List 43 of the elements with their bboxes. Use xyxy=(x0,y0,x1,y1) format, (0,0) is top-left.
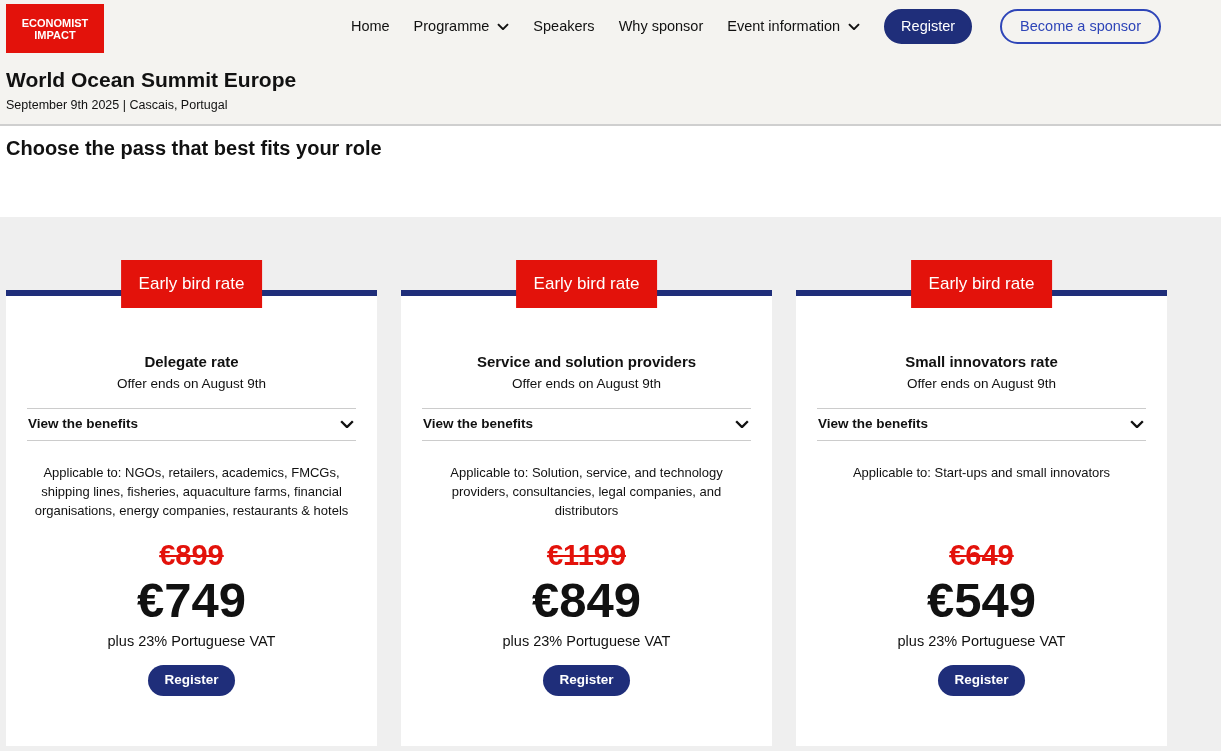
nav-link[interactable]: Home xyxy=(350,15,390,38)
nav-link[interactable]: Speakers xyxy=(533,15,595,38)
chevron-down-icon xyxy=(497,22,510,31)
event-title: World Ocean Summit Europe xyxy=(6,67,298,93)
chevron-down-icon xyxy=(340,420,354,429)
vat-note: plus 23% Portuguese VAT xyxy=(896,631,1067,651)
benefits-toggle[interactable]: View the benefits xyxy=(422,407,751,441)
offer-text: Offer ends on August 9th xyxy=(905,374,1058,393)
offer-text: Offer ends on August 9th xyxy=(510,374,663,393)
rate-badge: Early bird rate xyxy=(910,260,1053,308)
price: €549 xyxy=(926,572,1037,627)
benefits-toggle[interactable]: View the benefits xyxy=(27,407,356,441)
benefits-toggle[interactable]: View the benefits xyxy=(817,407,1146,441)
price: €749 xyxy=(136,572,247,627)
register-button[interactable]: Register xyxy=(543,664,630,696)
applicable-text: Applicable to: NGOs, retailers, academics, FMCGs, shipping lines, fisheries, aquaculture farms, financial organisations, energy companies, restaurants & hotels xyxy=(33,463,350,520)
register-button[interactable]: Register xyxy=(884,9,973,44)
rate-badge: Early bird rate xyxy=(515,260,658,308)
old-price: €1199 xyxy=(545,537,627,573)
chevron-down-icon xyxy=(848,22,861,31)
chevron-down-icon xyxy=(1130,420,1144,429)
section-heading: Choose the pass that best fits your role xyxy=(6,136,383,160)
offer-text: Offer ends on August 9th xyxy=(115,374,268,393)
vat-note: plus 23% Portuguese VAT xyxy=(106,631,277,651)
chevron-down-icon xyxy=(735,420,749,429)
pass-title: Delegate rate xyxy=(143,352,240,372)
vat-note: plus 23% Portuguese VAT xyxy=(501,631,672,651)
pass-title: Service and solution providers xyxy=(475,352,698,372)
nav-link[interactable]: Programme xyxy=(413,15,510,38)
rate-badge: Early bird rate xyxy=(120,260,263,308)
applicable-text: Applicable to: Solution, service, and technology providers, consultancies, legal companies, and distributors xyxy=(449,463,724,520)
nav-link[interactable]: Why sponsor xyxy=(618,15,704,38)
logo[interactable]: ECONOMIST IMPACT xyxy=(6,4,104,53)
nav-link[interactable]: Event information xyxy=(727,15,861,38)
pass-title: Small innovators rate xyxy=(904,352,1059,372)
event-subtitle: September 9th 2025 | Cascais, Portugal xyxy=(6,96,229,114)
applicable-text: Applicable to: Start-ups and small innovators xyxy=(851,463,1112,482)
old-price: €899 xyxy=(158,537,225,573)
old-price: €649 xyxy=(948,537,1015,573)
register-button[interactable]: Register xyxy=(148,664,235,696)
price: €849 xyxy=(531,572,642,627)
sponsor-button[interactable]: Become a sponsor xyxy=(1000,9,1161,44)
register-button[interactable]: Register xyxy=(938,664,1025,696)
